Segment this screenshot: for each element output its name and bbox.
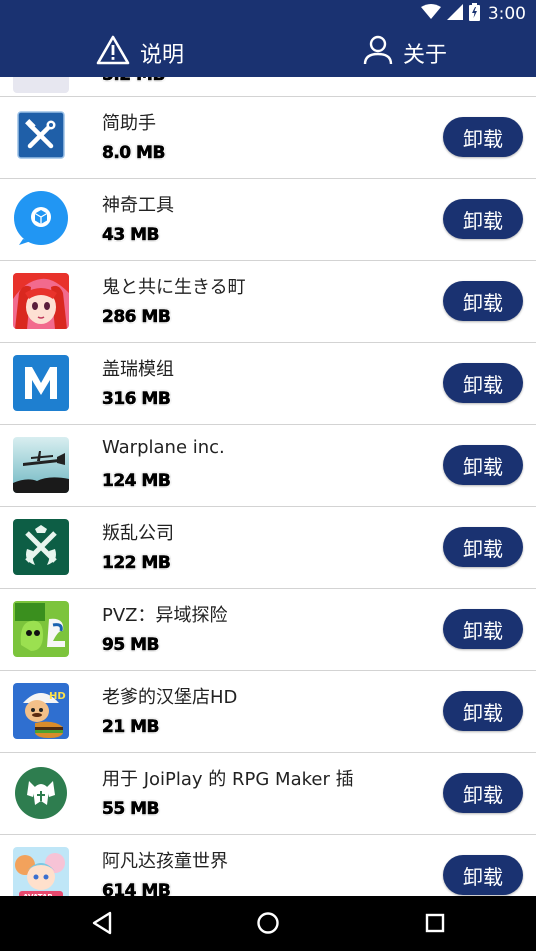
battery-icon — [468, 2, 480, 26]
tab-help-label: 说明 — [140, 43, 185, 68]
list-item: 简助手 8.0 MB 卸载 — [0, 97, 536, 179]
app-size: 55 MB — [102, 799, 160, 820]
app-name: 简助手 — [102, 113, 156, 134]
uninstall-button[interactable]: 卸载 — [443, 527, 523, 567]
cube-bubble-icon — [13, 191, 69, 247]
wrench-hammer-icon — [13, 109, 69, 165]
anime-girl-icon — [13, 273, 69, 329]
app-size: 5.2 MB — [102, 77, 166, 85]
back-icon[interactable] — [88, 908, 118, 938]
app-name: Warplane inc. — [102, 437, 225, 458]
app-list[interactable]: 5.2 MB 简助手 8.0 MB 卸载 神奇工具 43 MB 卸载 鬼と共に生… — [0, 77, 536, 896]
recent-apps-icon[interactable] — [420, 908, 450, 938]
pvz-icon — [13, 601, 69, 657]
list-item: 用于 JoiPlay 的 RPG Maker 插 55 MB 卸载 — [0, 753, 536, 835]
list-item: HD 老爹的汉堡店HD 21 MB 卸载 — [0, 671, 536, 753]
app-size: 124 MB — [102, 471, 171, 492]
list-item: 叛乱公司 122 MB 卸载 — [0, 507, 536, 589]
avatar-world-icon: AVATAR — [13, 847, 69, 896]
uninstall-button[interactable]: 卸载 — [443, 117, 523, 157]
svg-text:HD: HD — [49, 691, 66, 702]
list-item: PVZ：异域探险 95 MB 卸载 — [0, 589, 536, 671]
home-icon[interactable] — [253, 908, 283, 938]
app-name: 叛乱公司 — [102, 523, 174, 544]
warplane-icon — [13, 437, 69, 493]
app-name: 盖瑞模组 — [102, 359, 174, 380]
warning-icon — [96, 35, 130, 71]
clock: 3:00 — [487, 4, 526, 24]
app-size: 122 MB — [102, 553, 171, 574]
app-size: 95 MB — [102, 635, 160, 656]
list-item: 神奇工具 43 MB 卸载 — [0, 179, 536, 261]
app-name: PVZ：异域探险 — [102, 605, 228, 626]
letter-m-icon — [13, 355, 69, 411]
list-item: 盖瑞模组 316 MB 卸载 — [0, 343, 536, 425]
uninstall-button[interactable]: 卸载 — [443, 609, 523, 649]
uninstall-button[interactable]: 卸载 — [443, 199, 523, 239]
app-name: 鬼と共に生きる町 — [102, 277, 246, 298]
app-size: 8.0 MB — [102, 143, 166, 164]
app-name: 用于 JoiPlay 的 RPG Maker 插 — [102, 769, 354, 790]
uninstall-button[interactable]: 卸载 — [443, 281, 523, 321]
list-item: AVATAR 阿凡达孩童世界 614 MB 卸载 — [0, 835, 536, 896]
app-size: 286 MB — [102, 307, 171, 328]
uninstall-button[interactable]: 卸载 — [443, 363, 523, 403]
app-icon — [13, 77, 69, 93]
wifi-icon — [420, 3, 441, 25]
person-icon — [363, 35, 393, 71]
list-item: Warplane inc. 124 MB 卸载 — [0, 425, 536, 507]
app-bar: 3:00 说明 关于 — [0, 0, 536, 77]
tab-about-label: 关于 — [403, 43, 448, 68]
system-navigation-bar — [0, 896, 536, 951]
list-item: 鬼と共に生きる町 286 MB 卸载 — [0, 261, 536, 343]
status-bar: 3:00 — [420, 2, 526, 26]
uninstall-button[interactable]: 卸载 — [443, 855, 523, 895]
rebel-crest-icon — [13, 519, 69, 575]
app-size: 316 MB — [102, 389, 171, 410]
app-size: 614 MB — [102, 881, 171, 896]
joiplay-plugin-icon — [13, 765, 69, 821]
signal-icon — [446, 3, 463, 25]
app-size: 21 MB — [102, 717, 160, 738]
app-name: 老爹的汉堡店HD — [102, 687, 238, 708]
burger-chef-icon: HD — [13, 683, 69, 739]
list-item: 5.2 MB — [0, 77, 536, 97]
app-size: 43 MB — [102, 225, 160, 246]
uninstall-button[interactable]: 卸载 — [443, 691, 523, 731]
tab-about[interactable]: 关于 — [363, 35, 448, 71]
app-name: 神奇工具 — [102, 195, 174, 216]
uninstall-button[interactable]: 卸载 — [443, 773, 523, 813]
tab-help[interactable]: 说明 — [96, 35, 185, 71]
uninstall-button[interactable]: 卸载 — [443, 445, 523, 485]
app-name: 阿凡达孩童世界 — [102, 851, 228, 872]
